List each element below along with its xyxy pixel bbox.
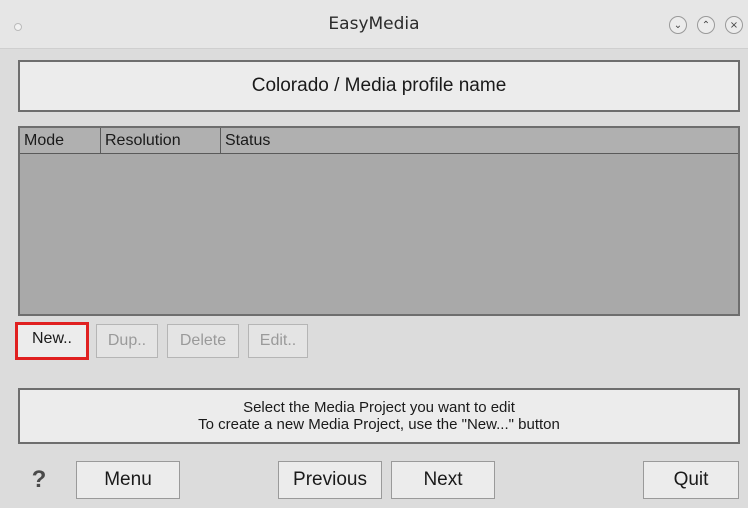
maximize-button[interactable]: ⌃ bbox=[697, 16, 715, 34]
column-header-mode[interactable]: Mode bbox=[20, 128, 101, 154]
info-line-2: To create a new Media Project, use the "… bbox=[198, 416, 560, 433]
dup-button[interactable]: Dup.. bbox=[96, 324, 158, 358]
delete-button[interactable]: Delete bbox=[167, 324, 239, 358]
app-window: EasyMedia ⌄ ⌃ × Colorado / Media profile… bbox=[0, 0, 748, 508]
menu-button[interactable]: Menu bbox=[76, 461, 180, 499]
media-project-table[interactable]: Mode Resolution Status bbox=[18, 126, 740, 316]
previous-button[interactable]: Previous bbox=[278, 461, 382, 499]
column-header-resolution[interactable]: Resolution bbox=[101, 128, 221, 154]
table-header: Mode Resolution Status bbox=[20, 128, 738, 154]
close-icon: × bbox=[729, 19, 739, 31]
profile-header: Colorado / Media profile name bbox=[18, 60, 740, 112]
window-title: EasyMedia bbox=[328, 14, 420, 34]
edit-button[interactable]: Edit.. bbox=[248, 324, 308, 358]
info-line-1: Select the Media Project you want to edi… bbox=[243, 399, 515, 416]
new-button[interactable]: New.. bbox=[15, 322, 89, 360]
close-button[interactable]: × bbox=[725, 16, 743, 34]
info-panel: Select the Media Project you want to edi… bbox=[18, 388, 740, 444]
chevron-down-icon: ⌄ bbox=[673, 19, 683, 31]
help-icon[interactable]: ? bbox=[26, 461, 52, 499]
next-button[interactable]: Next bbox=[391, 461, 495, 499]
title-bar: EasyMedia ⌄ ⌃ × bbox=[0, 0, 748, 49]
quit-button[interactable]: Quit bbox=[643, 461, 739, 499]
chevron-up-icon: ⌃ bbox=[701, 19, 711, 31]
profile-title: Colorado / Media profile name bbox=[251, 75, 507, 96]
column-header-status[interactable]: Status bbox=[221, 128, 738, 154]
minimize-button[interactable]: ⌄ bbox=[669, 16, 687, 34]
